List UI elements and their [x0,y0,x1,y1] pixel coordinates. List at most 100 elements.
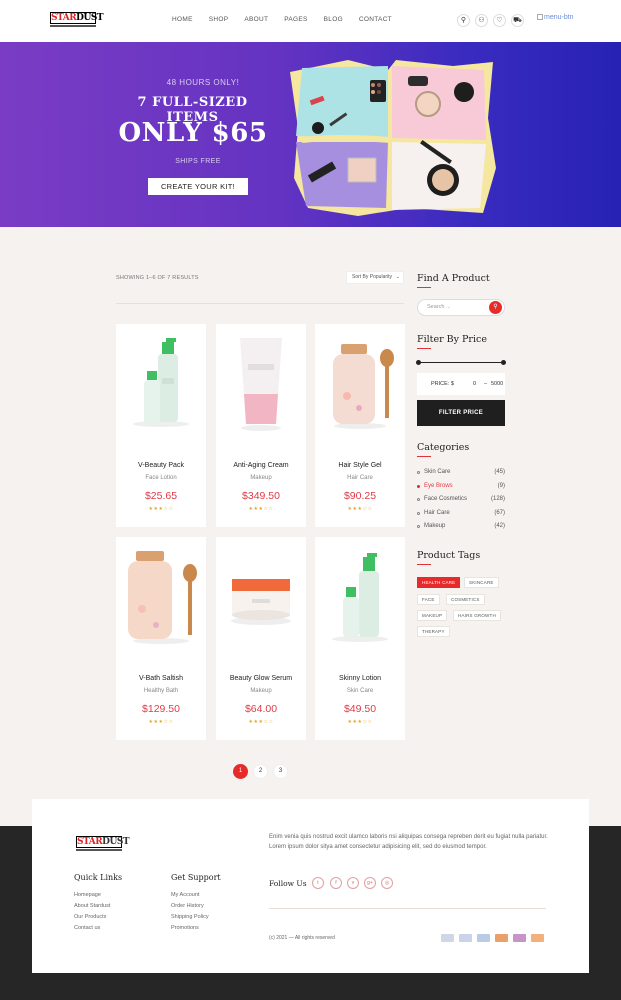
footer-logo[interactable]: STARDUST [76,836,130,854]
page-2-button[interactable]: 2 [253,764,268,779]
tag-skincare[interactable]: SKINCARE [464,577,499,588]
footer-link-homepage[interactable]: Homepage [74,892,101,898]
category-count: (67) [494,510,505,516]
product-category: Skin Care [346,688,374,694]
price-max-field[interactable]: 5000 [491,381,503,387]
category-name: Makeup [424,523,446,529]
product-price: $64.00 [244,703,278,715]
product-name[interactable]: Skinny Lotion [315,675,405,682]
product-image [116,324,206,448]
chevron-down-icon: ⌄ [395,274,400,280]
sort-select-value: Sort By Popularity [352,274,393,280]
category-makeup[interactable]: Makeup (42) [417,523,505,533]
cart-icon[interactable]: ⛟ [511,14,524,27]
product-image [315,537,405,661]
product-price: $25.65 [144,490,178,502]
instagram-icon[interactable]: ◎ [381,877,393,889]
facebook-icon[interactable]: f [330,877,342,889]
results-count: SHOWING 1–6 OF 7 RESULTS [116,275,199,281]
product-card[interactable]: V-Beauty Pack Face Lotion $25.65 ★★★☆☆ [116,324,206,527]
category-face-cosmetics[interactable]: Face Cosmetics (128) [417,496,505,506]
category-count: (45) [494,469,505,475]
footer-divider [269,908,546,909]
heart-icon[interactable]: ♡ [493,14,506,27]
nav-blog[interactable]: BLOG [324,16,343,28]
category-name: Eye Brows [424,483,453,489]
nav-shop[interactable]: SHOP [209,16,229,28]
product-tags-heading: Product Tags [417,550,481,561]
rating-stars: ★★★☆☆ [148,719,174,725]
heading-underline [417,564,431,565]
stardust-logo[interactable]: STARDUST [50,12,104,28]
tag-cosmetics[interactable]: COSMETICS [446,594,485,605]
create-kit-button[interactable]: CREATE YOUR KIT! [148,178,248,195]
footer-link-account[interactable]: My Account [171,892,199,898]
page-1-button[interactable]: 1 [233,764,248,779]
nav-contact[interactable]: CONTACT [359,16,392,28]
vimeo-icon[interactable]: v [347,877,359,889]
rating-stars: ★★★☆☆ [148,506,174,512]
filter-price-heading: Filter By Price [417,334,487,345]
product-card[interactable]: Hair Style Gel Hair Care $90.25 ★★★☆☆ [315,324,405,527]
category-hair-care[interactable]: Hair Care (67) [417,510,505,520]
tag-therapy[interactable]: THERAPY [417,626,450,637]
twitter-icon[interactable]: t [312,877,324,889]
menu-button[interactable]: menu-btn [537,14,574,21]
follow-us-label: Follow Us [269,879,307,888]
tag-face[interactable]: FACE [417,594,440,605]
product-card[interactable]: Beauty Glow Serum Makeup $64.00 ★★★☆☆ [216,537,306,740]
filter-price-button[interactable]: FILTER PRICE [417,400,505,426]
sort-select[interactable]: Sort By Popularity ⌄ [346,271,404,284]
logo-text-a: STAR [51,13,77,23]
price-label: PRICE: $ [431,381,454,387]
product-card[interactable]: Skinny Lotion Skin Care $49.50 ★★★☆☆ [315,537,405,740]
product-name[interactable]: V-Bath Saltish [116,675,206,682]
tag-makeup[interactable]: MAKEUP [417,610,448,621]
search-icon[interactable]: ⚲ [457,14,470,27]
heading-underline [417,456,431,457]
footer-link-contact[interactable]: Contact us [74,925,100,931]
search-submit-icon[interactable]: ⚲ [489,301,502,314]
footer-link-promotions[interactable]: Promotions [171,925,199,931]
product-card[interactable]: Anti-Aging Cream Makeup $349.50 ★★★☆☆ [216,324,306,527]
category-count: (9) [497,483,505,489]
price-min-field[interactable]: 0 [473,381,476,387]
category-eye-brows[interactable]: Eye Brows (9) [417,483,505,493]
price-separator: – [484,381,488,387]
divider [116,303,404,304]
footer-link-order-history[interactable]: Order History [171,903,204,909]
footer-link-about[interactable]: About Stardust [74,903,110,909]
copyright-text: (c) 2021 — All rights reserved [269,935,335,941]
heading-underline [417,287,431,288]
nav-pages[interactable]: PAGES [284,16,307,28]
tag-hairs-growth[interactable]: HAIRS GROWTH [453,610,501,621]
footer-link-products[interactable]: Our Products [74,914,106,920]
product-image [315,324,405,448]
page-3-button[interactable]: 3 [273,764,288,779]
site-header: STARDUST HOME SHOP ABOUT PAGES BLOG CONT… [0,0,621,42]
payment-mastercard-icon [495,934,508,942]
search-input[interactable]: Search ... ⚲ [417,299,505,316]
quick-links-heading: Quick Links [74,873,123,882]
product-card[interactable]: V-Bath Saltish Healthy Bath $129.50 ★★★☆… [116,537,206,740]
product-category: Healthy Bath [143,688,179,694]
product-name[interactable]: Beauty Glow Serum [216,675,306,682]
category-name: Skin Care [424,469,451,475]
rating-stars: ★★★☆☆ [347,506,373,512]
google-plus-icon[interactable]: g+ [364,877,376,889]
product-name[interactable]: Anti-Aging Cream [216,462,306,469]
price-max-handle[interactable] [501,360,506,365]
product-category: Hair Care [347,475,373,481]
product-name[interactable]: V-Beauty Pack [116,462,206,469]
product-price: $129.50 [142,703,180,715]
rating-stars: ★★★☆☆ [248,719,274,725]
nav-about[interactable]: ABOUT [244,16,268,28]
tag-health-care[interactable]: HEALTH CARE [417,577,461,588]
category-skin-care[interactable]: Skin Care (45) [417,469,505,479]
nav-home[interactable]: HOME [172,16,193,28]
price-range-slider[interactable] [418,362,504,363]
product-name[interactable]: Hair Style Gel [315,462,405,469]
user-icon[interactable]: ⚇ [475,14,488,27]
footer-link-shipping[interactable]: Shipping Policy [171,914,209,920]
price-min-handle[interactable] [416,360,421,365]
